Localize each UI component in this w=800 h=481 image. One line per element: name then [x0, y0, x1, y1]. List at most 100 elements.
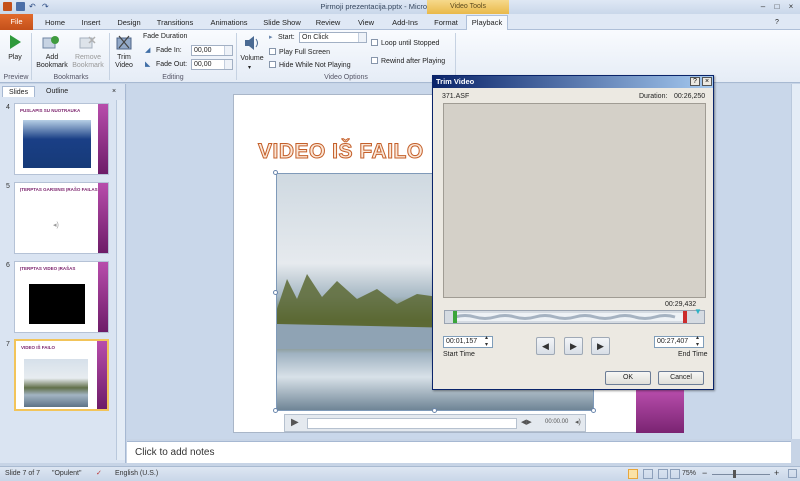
slide-title[interactable]: VIDEO IŠ FAILO: [258, 140, 424, 164]
resize-handle[interactable]: [273, 290, 278, 295]
cancel-button[interactable]: Cancel: [658, 371, 704, 385]
reading-view-icon[interactable]: [658, 469, 668, 479]
rewind-label: Rewind after Playing: [381, 58, 446, 65]
group-preview-label: Preview: [3, 74, 29, 81]
tab-review[interactable]: Review: [311, 16, 345, 30]
tab-home[interactable]: Home: [38, 16, 72, 30]
zoom-out-icon[interactable]: −: [702, 468, 707, 478]
video-rewind-icon[interactable]: ◀▶: [521, 418, 532, 426]
slide-thumbnail-5[interactable]: ĮTERPTAS GARSINIS ĮRAŠO FAILAS ◂): [14, 182, 109, 254]
dialog-close-button[interactable]: ×: [702, 77, 712, 86]
rewind-checkbox[interactable]: Rewind after Playing: [371, 57, 445, 66]
dialog-help-button[interactable]: ?: [690, 77, 700, 86]
close-icon[interactable]: ×: [785, 1, 797, 12]
end-time-spinner[interactable]: ▴ ▾: [696, 335, 699, 349]
slide-number: 4: [6, 104, 10, 111]
add-bookmark-button[interactable]: Add Bookmark: [35, 54, 69, 70]
slide-sorter-icon[interactable]: [643, 469, 653, 479]
pane-close-icon[interactable]: ×: [112, 86, 116, 97]
zoom-slider[interactable]: [712, 474, 770, 475]
trim-video-button[interactable]: Trim Video: [112, 54, 136, 70]
tab-format[interactable]: Format: [428, 16, 464, 30]
maximize-icon[interactable]: □: [771, 1, 783, 12]
resize-handle[interactable]: [273, 408, 278, 413]
duration-label: Duration:: [639, 93, 668, 100]
add-bookmark-icon[interactable]: [42, 36, 60, 50]
resize-handle[interactable]: [591, 408, 596, 413]
end-marker-time: 00:29,432: [665, 301, 697, 308]
slides-pane: Slides Outline × 4 PUSLAPIS SU NUOTRAUKA…: [0, 84, 126, 463]
resize-handle[interactable]: [273, 170, 278, 175]
video-volume-icon[interactable]: ◂): [575, 418, 581, 426]
spelling-icon[interactable]: ✓: [96, 469, 102, 477]
start-label: Start:: [278, 34, 295, 41]
trim-video-icon[interactable]: [115, 34, 133, 52]
zoom-in-icon[interactable]: +: [774, 468, 779, 478]
start-select[interactable]: On Click: [299, 32, 367, 43]
notes-pane[interactable]: Click to add notes: [127, 441, 791, 463]
resize-handle[interactable]: [432, 408, 437, 413]
tab-outline[interactable]: Outline: [40, 86, 74, 97]
tab-view[interactable]: View: [349, 16, 383, 30]
fade-out-label: Fade Out:: [156, 61, 188, 68]
video-play-icon[interactable]: ▶: [291, 417, 299, 428]
fade-in-input[interactable]: 00,00: [191, 45, 233, 56]
play-full-screen-checkbox[interactable]: Play Full Screen: [269, 48, 330, 57]
tab-playback[interactable]: Playback: [466, 15, 508, 30]
fit-to-window-icon[interactable]: [788, 469, 797, 478]
tab-transitions[interactable]: Transitions: [151, 16, 199, 30]
play-icon[interactable]: [8, 34, 22, 50]
volume-button[interactable]: Volume: [238, 55, 266, 63]
video-progress-bar[interactable]: [307, 418, 517, 429]
group-video-options-label: Video Options: [324, 74, 368, 81]
audio-waveform: [455, 314, 676, 320]
remove-bookmark-button: Remove Bookmark: [72, 54, 104, 69]
trim-timeline[interactable]: ▼: [444, 307, 705, 324]
tab-slides[interactable]: Slides: [2, 86, 36, 97]
slide-show-icon[interactable]: [670, 469, 680, 479]
language-label[interactable]: English (U.S.): [115, 470, 158, 477]
title-bar: ↶ ↷ Pirmoji prezentacija.pptx - Microsof…: [0, 0, 800, 14]
end-trim-handle[interactable]: [683, 311, 687, 323]
fade-out-icon: ◣: [145, 61, 151, 68]
tab-insert[interactable]: Insert: [74, 16, 108, 30]
hide-while-not-playing-checkbox[interactable]: Hide While Not Playing: [269, 61, 351, 70]
thumbnail-video: [29, 284, 85, 324]
video-preview: [443, 103, 706, 298]
slide-thumbnail-7[interactable]: VIDEO IŠ FAILO: [14, 339, 109, 411]
start-time-label: Start Time: [443, 351, 475, 358]
tab-add-ins[interactable]: Add-Ins: [386, 16, 424, 30]
next-frame-button[interactable]: ▶: [591, 337, 610, 355]
start-time-spinner[interactable]: ▴ ▾: [485, 335, 488, 349]
group-editing-label: Editing: [162, 74, 184, 81]
slide-thumbnail-6[interactable]: ĮTERPTAS VIDEO ĮRAŠAS: [14, 261, 109, 333]
video-controls: ▶ ◀▶ 00:00.00 ◂): [284, 414, 586, 432]
tab-design[interactable]: Design: [112, 16, 146, 30]
vertical-scrollbar[interactable]: [791, 84, 800, 439]
playhead-marker[interactable]: ▼: [694, 307, 702, 316]
minimize-icon[interactable]: –: [757, 1, 769, 12]
slide-thumbnail-title: VIDEO IŠ FAILO: [21, 345, 56, 350]
tab-animations[interactable]: Animations: [203, 16, 255, 30]
volume-dropdown-icon[interactable]: ▾: [248, 64, 251, 72]
play-full-screen-label: Play Full Screen: [279, 49, 330, 56]
loop-checkbox[interactable]: Loop until Stopped: [371, 39, 439, 48]
play-preview-button[interactable]: ▶: [564, 337, 583, 355]
ok-button[interactable]: OK: [605, 371, 651, 385]
help-icon[interactable]: ?: [772, 16, 782, 30]
play-button[interactable]: Play: [4, 54, 26, 62]
trim-video-dialog: Trim Video ? × 371.ASF Duration: 00:26,2…: [432, 75, 714, 390]
zoom-slider-thumb[interactable]: [733, 470, 736, 478]
slide-accent-bar: [636, 390, 684, 433]
zoom-level[interactable]: 75%: [682, 470, 696, 477]
slide-thumbnail-4[interactable]: PUSLAPIS SU NUOTRAUKA: [14, 103, 109, 175]
normal-view-icon[interactable]: [628, 469, 638, 479]
theme-label[interactable]: "Opulent": [52, 470, 82, 477]
tab-slide-show[interactable]: Slide Show: [258, 16, 306, 30]
fade-out-input[interactable]: 00,00: [191, 59, 233, 70]
previous-frame-button[interactable]: ◀: [536, 337, 555, 355]
slides-pane-scrollbar[interactable]: [116, 100, 125, 460]
start-trim-handle[interactable]: [453, 311, 457, 323]
tab-file[interactable]: File: [0, 14, 33, 30]
volume-icon[interactable]: [243, 34, 261, 52]
